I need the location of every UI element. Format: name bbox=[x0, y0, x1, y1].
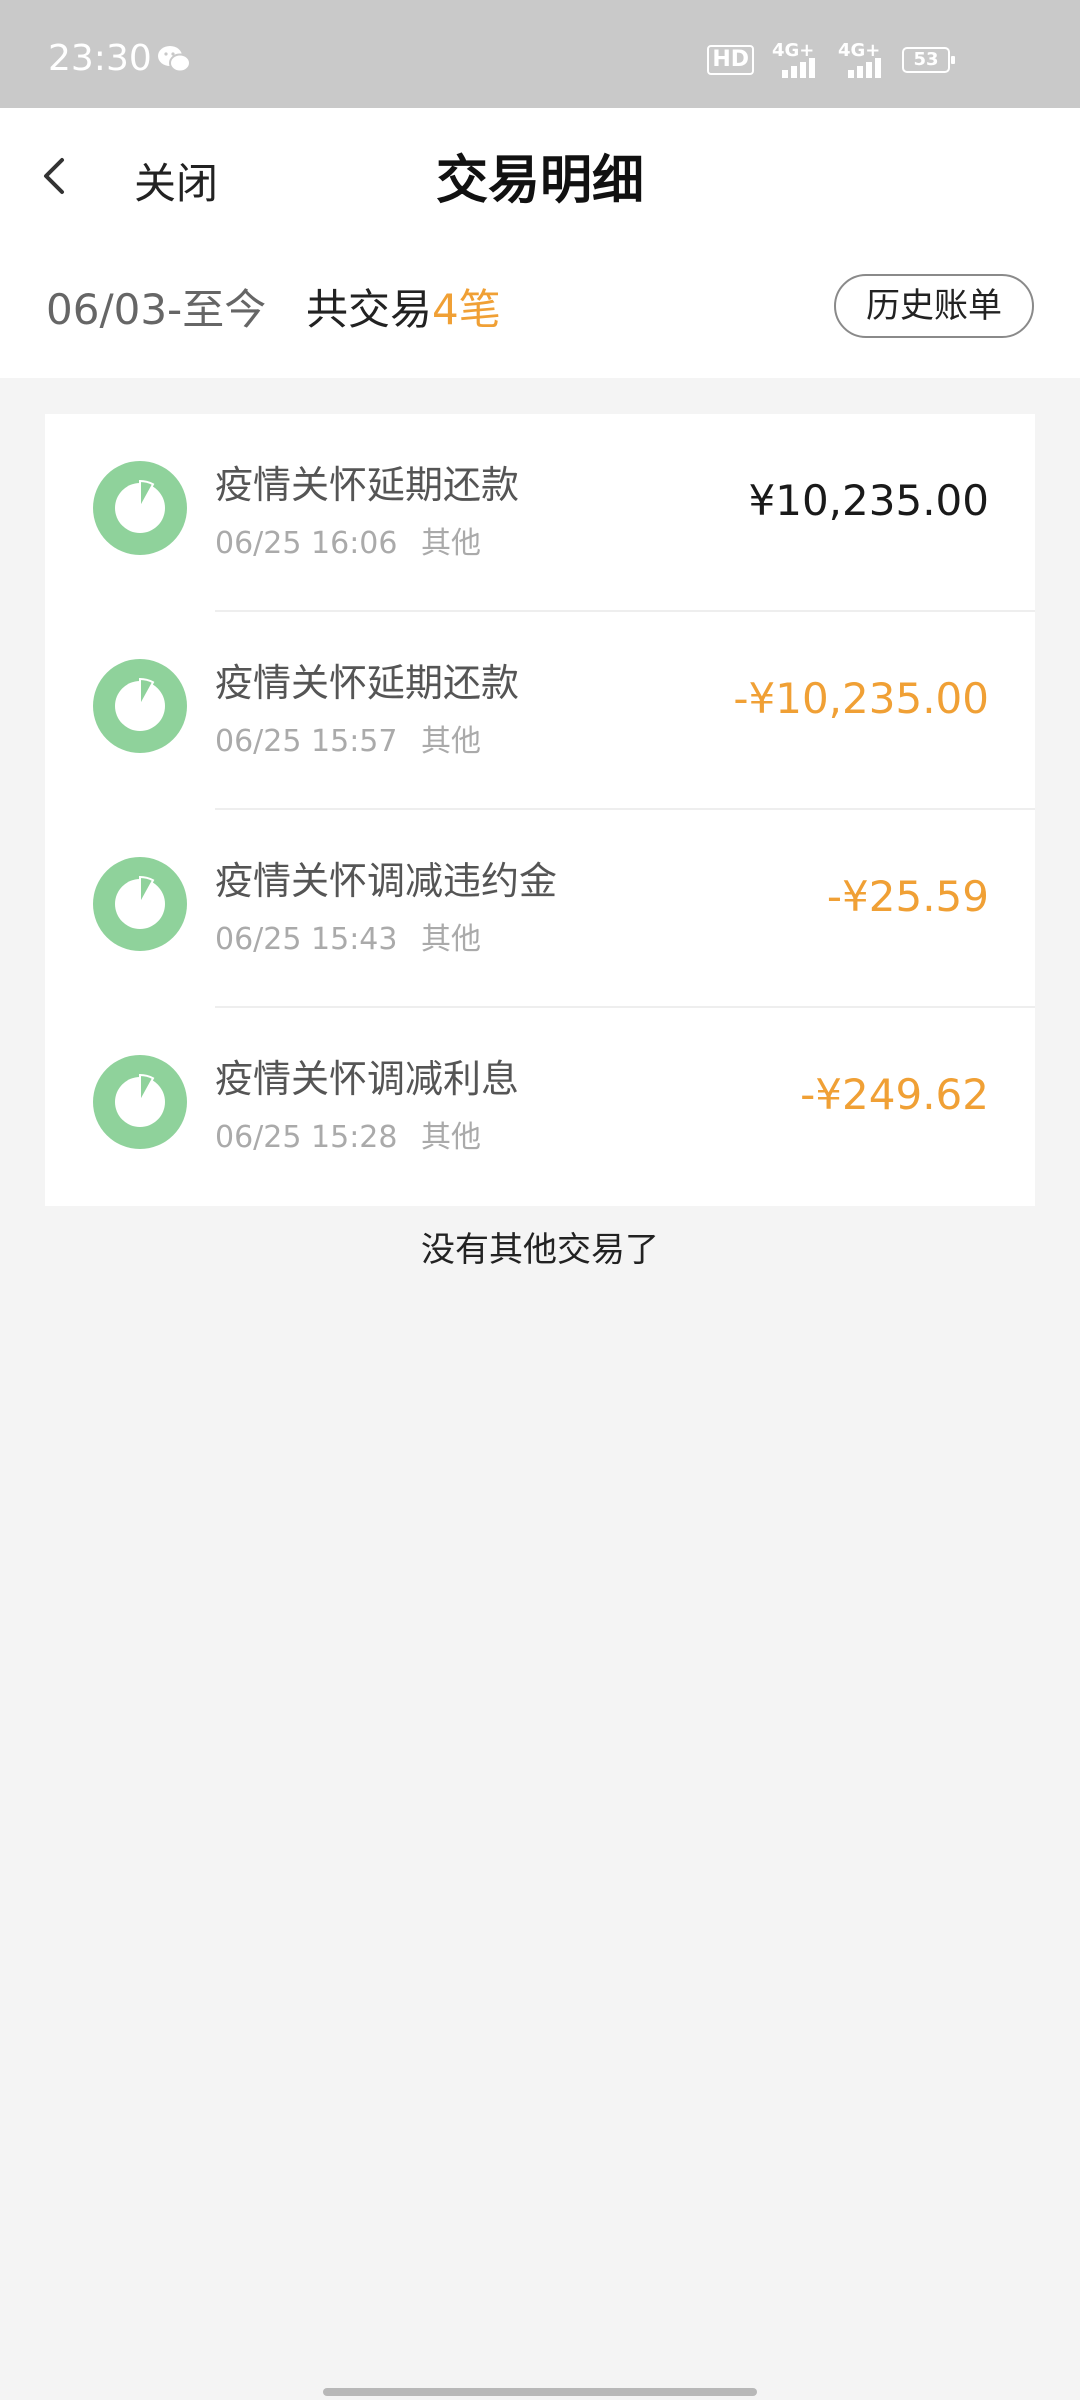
signal-icon: 4G+ bbox=[836, 40, 886, 78]
transaction-list: 疫情关怀延期还款 06/25 16:06 其他 ¥10,235.00 疫情关怀延… bbox=[45, 414, 1035, 1206]
signal-icon: 4G+ bbox=[770, 40, 820, 78]
pie-chart-icon bbox=[93, 857, 187, 951]
no-more-transactions-note: 没有其他交易了 bbox=[421, 1230, 659, 1270]
transaction-amount: -¥249.62 bbox=[800, 1070, 989, 1119]
status-bar: 23:30 HD 4G+ 4G+ 53 bbox=[0, 0, 1080, 108]
transaction-meta: 06/25 16:06 其他 bbox=[215, 518, 481, 562]
status-time: 23:30 bbox=[48, 38, 152, 79]
transaction-amount: -¥10,235.00 bbox=[733, 674, 989, 723]
transaction-time: 15:43 bbox=[311, 922, 398, 957]
transaction-category: 其他 bbox=[421, 1120, 482, 1155]
transaction-category: 其他 bbox=[421, 724, 482, 759]
transaction-row[interactable]: 疫情关怀调减违约金 06/25 15:43 其他 -¥25.59 bbox=[45, 810, 1035, 1008]
home-indicator[interactable] bbox=[323, 2388, 757, 2396]
wechat-icon bbox=[158, 46, 191, 73]
title-bar: 关闭 交易明细 bbox=[0, 108, 1080, 238]
transaction-row[interactable]: 疫情关怀调减利息 06/25 15:28 其他 -¥249.62 bbox=[45, 1008, 1035, 1206]
transaction-time: 15:57 bbox=[311, 724, 398, 759]
transaction-meta: 06/25 15:57 其他 bbox=[215, 716, 481, 760]
transaction-name: 疫情关怀延期还款 bbox=[215, 463, 520, 507]
battery-level: 53 bbox=[913, 49, 939, 70]
date-range[interactable]: 06/03-至今 bbox=[46, 276, 266, 337]
transaction-meta: 06/25 15:28 其他 bbox=[215, 1112, 481, 1156]
hd-icon: HD bbox=[707, 45, 754, 75]
transaction-date: 06/25 bbox=[215, 1120, 302, 1155]
transaction-meta: 06/25 15:43 其他 bbox=[215, 914, 481, 958]
transaction-count: 共交易4笔 bbox=[306, 276, 501, 337]
count-value: 4笔 bbox=[432, 285, 501, 334]
transaction-name: 疫情关怀延期还款 bbox=[215, 661, 520, 705]
battery-icon: 53 bbox=[902, 47, 955, 73]
count-prefix: 共交易 bbox=[306, 285, 433, 334]
transaction-category: 其他 bbox=[421, 922, 482, 957]
transaction-name: 疫情关怀调减利息 bbox=[215, 1057, 520, 1101]
transaction-date: 06/25 bbox=[215, 526, 302, 561]
transaction-row[interactable]: 疫情关怀延期还款 06/25 15:57 其他 -¥10,235.00 bbox=[45, 612, 1035, 810]
transaction-time: 16:06 bbox=[311, 526, 398, 561]
transaction-amount: ¥10,235.00 bbox=[748, 476, 989, 525]
summary-bar: 06/03-至今 共交易4笔 历史账单 bbox=[0, 238, 1080, 378]
transaction-row[interactable]: 疫情关怀延期还款 06/25 16:06 其他 ¥10,235.00 bbox=[45, 414, 1035, 612]
transaction-date: 06/25 bbox=[215, 724, 302, 759]
history-bill-button[interactable]: 历史账单 bbox=[834, 274, 1034, 338]
transaction-name: 疫情关怀调减违约金 bbox=[215, 859, 558, 903]
pie-chart-icon bbox=[93, 659, 187, 753]
pie-chart-icon bbox=[93, 1055, 187, 1149]
transaction-time: 15:28 bbox=[311, 1120, 398, 1155]
transaction-date: 06/25 bbox=[215, 922, 302, 957]
transaction-amount: -¥25.59 bbox=[826, 872, 989, 921]
pie-chart-icon bbox=[93, 461, 187, 555]
page-title: 交易明细 bbox=[435, 151, 644, 211]
transaction-category: 其他 bbox=[421, 526, 482, 561]
